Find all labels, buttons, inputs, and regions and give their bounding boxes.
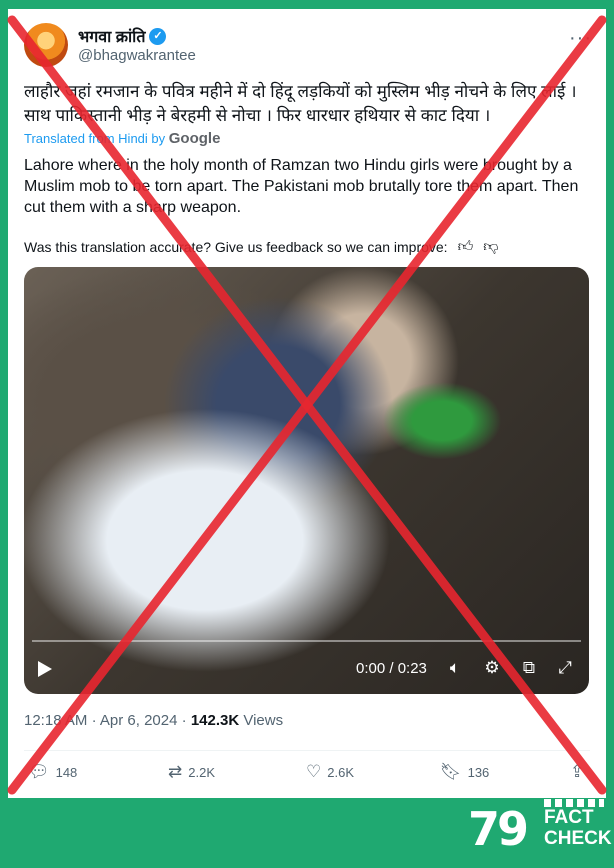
reply-button[interactable]: 💬︎ 148 <box>28 762 77 782</box>
settings-gear-icon[interactable]: ⚙ <box>481 658 503 678</box>
verified-badge-icon: ✓ <box>149 27 167 45</box>
heart-icon: ♡ <box>306 762 322 781</box>
translated-label: Translated from Hindi by <box>24 131 166 146</box>
video-progress-bar[interactable] <box>32 640 581 642</box>
factcheck-logo: 79 FACT CHECK <box>468 798 612 862</box>
tweet-text-translated: Lahore where in the holy month of Ramzan… <box>24 157 579 216</box>
share-icon: ⇪ <box>570 762 585 781</box>
tweet-card: भगवा क्रांति ✓ @bhagwakrantee ··· लाहौर … <box>8 9 606 798</box>
reply-count: 148 <box>55 764 78 780</box>
reply-icon: 💬︎ <box>28 762 50 781</box>
logo-digits: 79 <box>468 802 529 856</box>
like-button[interactable]: ♡ 2.6K <box>306 762 354 782</box>
repost-icon: ⇄ <box>168 762 183 781</box>
tweet-text-original: लाहौर जहां रमजान के पवित्र महीने में दो … <box>24 82 577 125</box>
translation-feedback: Was this translation accurate? Give us f… <box>24 238 499 256</box>
volume-icon[interactable]: 🔈︎ <box>444 658 466 678</box>
tweet-time[interactable]: 12:18 AM <box>24 712 87 729</box>
like-count: 2.6K <box>327 764 354 780</box>
display-name[interactable]: भगवा क्रांति <box>78 25 145 47</box>
google-logo: Google <box>168 130 221 147</box>
divider <box>24 750 590 751</box>
author-row: भगवा क्रांति ✓ <box>78 25 167 47</box>
bookmark-count: 136 <box>467 764 490 780</box>
feedback-prompt: Was this translation accurate? Give us f… <box>24 239 448 255</box>
video-player[interactable]: 0:00 / 0:23 🔈︎ ⚙ ⧉ ⤢ <box>24 267 589 694</box>
avatar[interactable] <box>24 23 68 67</box>
video-controls: 0:00 / 0:23 🔈︎ ⚙ ⧉ ⤢ <box>24 652 589 686</box>
share-button[interactable]: ⇪ <box>570 762 584 782</box>
views-label: Views <box>243 712 284 729</box>
meta-separator: · <box>181 712 187 729</box>
meta-separator: · <box>91 712 97 729</box>
thumbs-down-icon[interactable]: 👎︎ <box>483 238 498 256</box>
repost-button[interactable]: ⇄ 2.2K <box>168 762 215 782</box>
tweet-date[interactable]: Apr 6, 2024 <box>100 712 178 729</box>
video-time: 0:00 / 0:23 <box>356 660 427 677</box>
translation-attribution: Translated from Hindi by Google <box>24 130 220 147</box>
more-icon[interactable]: ··· <box>569 27 592 50</box>
logo-bars <box>544 799 604 807</box>
logo-fact: FACT <box>544 807 594 828</box>
tweet-meta: 12:18 AM · Apr 6, 2024 · 142.3K Views <box>24 712 283 729</box>
fullscreen-icon[interactable]: ⤢ <box>554 658 576 678</box>
play-icon[interactable] <box>38 661 52 677</box>
views-count[interactable]: 142.3K <box>191 712 239 729</box>
logo-check: CHECK <box>544 828 612 849</box>
thumbs-up-icon[interactable]: 👍︎ <box>458 238 474 256</box>
bookmark-icon: 🔖︎ <box>440 762 462 781</box>
bookmark-button[interactable]: 🔖︎ 136 <box>440 762 489 782</box>
picture-in-picture-icon[interactable]: ⧉ <box>518 658 540 678</box>
action-bar: 💬︎ 148 ⇄ 2.2K ♡ 2.6K 🔖︎ 136 ⇪ <box>24 762 590 786</box>
repost-count: 2.2K <box>188 764 215 780</box>
handle[interactable]: @bhagwakrantee <box>78 47 196 64</box>
